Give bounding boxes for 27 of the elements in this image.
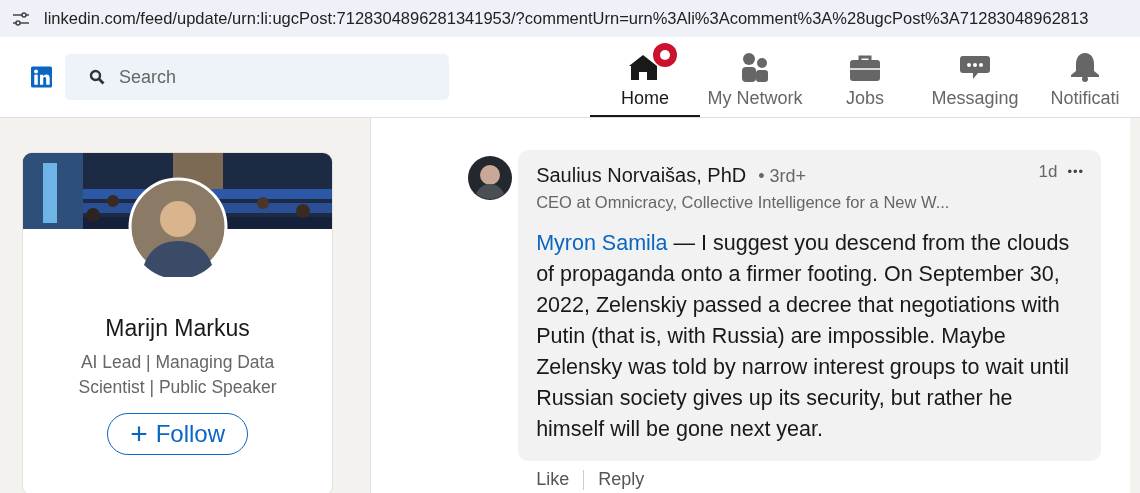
comment-action-link[interactable]: Reply: [598, 469, 645, 490]
mention-link[interactable]: Myron Samila: [536, 231, 668, 255]
profile-name[interactable]: Marijn Markus: [105, 315, 250, 342]
connection-degree: • 3rd+: [758, 166, 807, 187]
bell-icon: [1069, 52, 1101, 82]
follow-button[interactable]: + Follow: [107, 413, 248, 455]
url-text: linkedin.com/feed/update/urn:li:ugcPost:7128304896281341953/?commentUrn=urn%3Ali%3Acomment%3A%28ugcPost%3A71283048962813: [44, 9, 1089, 28]
search-icon: [89, 69, 105, 85]
nav-tab[interactable]: Home: [590, 37, 700, 117]
nav-tab[interactable]: Notificati: [1030, 37, 1140, 117]
avatar[interactable]: [127, 177, 228, 277]
comment-text: Myron Samila — I suggest you descend from the clouds of propaganda onto a firmer footing. On September 30, 2022, Zelenskiy passed a decree that negotiations with Putin (that is, with Russia) are impossible. Maybe Zelensky was told by narrow interest groups to wait until Russian society gives up its security, but rather he himself will be gone next year.: [536, 230, 1071, 443]
address-bar[interactable]: linkedin.com/feed/update/urn:li:ugcPost:7128304896281341953/?commentUrn=urn%3Ali%3Acomment%3A%28ugcPost%3A71283048962813: [0, 0, 1140, 37]
nav-tab[interactable]: Jobs: [810, 37, 920, 117]
nav-tab[interactable]: My Network: [700, 37, 810, 117]
author-name[interactable]: Saulius Norvaišas, PhD: [536, 164, 747, 187]
timestamp: 1d: [1038, 162, 1058, 182]
search-field[interactable]: Search: [65, 54, 449, 100]
more-options-button[interactable]: •••: [1067, 164, 1085, 179]
profile-headline: AI Lead | Managing Data Scientist | Public Speaker: [77, 351, 278, 399]
briefcase-icon: [849, 54, 881, 82]
site-settings-icon[interactable]: [12, 11, 30, 26]
avatar[interactable]: [468, 156, 513, 200]
author-headline: CEO at Omnicracy, Collective Intelligence for a New W...: [536, 193, 951, 212]
people-icon: [740, 52, 770, 82]
comment-action-link[interactable]: Like: [536, 469, 570, 490]
nav-tab[interactable]: Messaging: [920, 37, 1030, 117]
